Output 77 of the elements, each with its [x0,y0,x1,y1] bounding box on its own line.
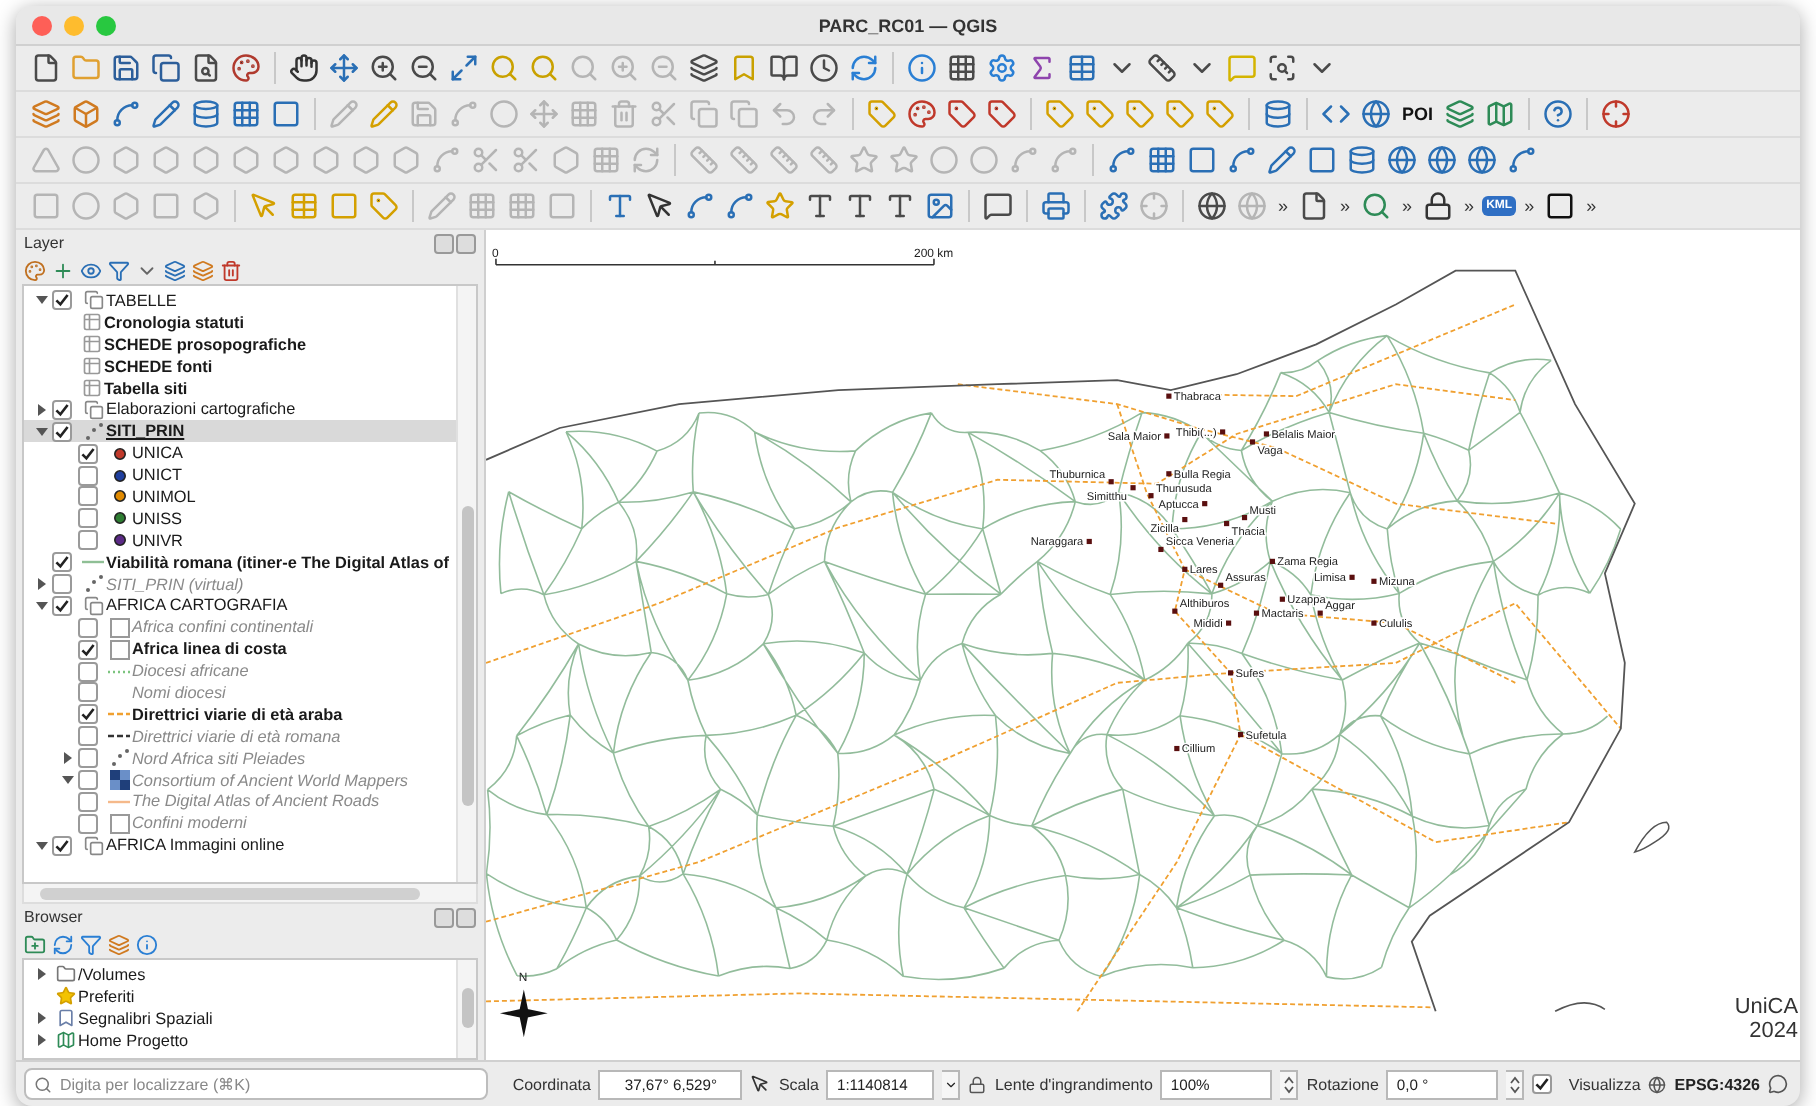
layer-row[interactable]: UNIVR [24,529,456,552]
layer-name: AFRICA Immagini online [106,836,285,855]
layer-row[interactable]: UNICT [24,464,456,487]
layer-row[interactable]: UNIMOL [24,486,456,508]
layer-row[interactable]: SITI_PRIN (virtual) [24,573,456,595]
layer-row[interactable]: Nord Africa siti Pleiades [24,747,456,770]
layer-row[interactable]: Viabilità romana (itiner-e The Digital Atlas of [24,551,456,574]
layer-name: Tabella siti [104,379,188,397]
layer-row[interactable]: Diocesi africane [24,660,456,683]
layer-row[interactable]: UNISS [24,507,456,530]
layer-name: SITI_PRIN [106,422,185,441]
layer-name: Africa linea di costa [132,640,287,659]
layer-name: The Digital Atlas of Ancient Roads [132,792,380,811]
locator-search-field[interactable]: Digita per localizzare (⌘K) [24,1068,488,1100]
browser-item-label: Preferiti [78,987,135,1006]
layer-name: SITI_PRIN (virtual) [106,575,244,594]
layer-row[interactable]: Consortium of Ancient World Mappers [24,769,456,791]
layer-row[interactable]: Cronologia statuti [24,311,456,334]
layer-row[interactable]: Direttrici viarie di età araba [24,703,456,726]
layer-name: UNICA [132,444,183,463]
more-tools-button[interactable]: » [1582,196,1601,216]
layer-row[interactable]: AFRICA Immagini online [24,834,456,857]
layer-row[interactable]: Nomi diocesi [24,682,456,704]
layer-name: SCHEDE fonti [104,357,213,376]
layer-row[interactable]: SCHEDE prosopografiche [24,333,456,356]
coordinate-label: Coordinata [512,1075,591,1093]
layer-name: Direttrici viarie di età romana [132,727,341,746]
layer-name: UNIVR [132,531,183,550]
layer-name: Diocesi africane [132,662,249,681]
more-tools-button[interactable]: » [1520,196,1539,216]
magnifier-label: Lente d'ingrandimento [994,1075,1153,1093]
more-tools-button[interactable]: » [1274,196,1293,216]
layer-name: Confini moderni [132,814,247,833]
layer-row[interactable]: AFRICA CARTOGRAFIA [24,594,456,617]
browser-item-label: /Volumes [78,965,146,984]
window-title: PARC_RC01 — QGIS [818,15,998,35]
layer-name: TABELLE [106,291,177,310]
render-label: Visualizza [1568,1075,1641,1093]
layer-name: AFRICA CARTOGRAFIA [106,596,288,615]
crs-button[interactable]: EPSG:4326 [1674,1075,1760,1093]
layer-row[interactable]: Africa linea di costa [24,638,456,661]
layer-name: Cronologia statuti [104,313,245,332]
layer-name: Consortium of Ancient World Mappers [132,771,409,790]
layer-name: Nomi diocesi [132,683,226,702]
layer-name: SCHEDE prosopografiche [104,335,306,354]
browser-item[interactable]: /Volumes [24,964,456,986]
layer-name: UNISS [132,509,183,528]
rotation-label: Rotazione [1306,1075,1379,1093]
browser-item-label: Home Progetto [78,1031,189,1050]
browser-item[interactable]: Home Progetto [24,1029,456,1052]
layer-row[interactable]: Tabella siti [24,377,456,399]
layer-name: UNIMOL [132,487,196,506]
layer-name: Elaborazioni cartografiche [106,400,296,419]
more-tools-button[interactable]: » [1398,196,1417,216]
browser-item[interactable]: Segnalibri Spaziali [24,1007,456,1030]
layer-row[interactable]: SITI_PRIN [24,420,456,443]
layer-row[interactable]: Africa confini continentali [24,616,456,639]
browser-item-label: Segnalibri Spaziali [78,1009,213,1028]
panel-title: Layer [24,234,65,252]
more-tools-button[interactable]: » [1460,196,1479,216]
poi-button[interactable]: POI [1398,104,1438,124]
layer-row[interactable]: Direttrici viarie di età romana [24,725,456,748]
more-tools-button[interactable]: » [1336,196,1355,216]
layer-row[interactable]: The Digital Atlas of Ancient Roads [24,790,456,813]
layer-name: UNICT [132,466,183,485]
layer-row[interactable]: SCHEDE fonti [24,355,456,378]
layer-row[interactable]: TABELLE [24,290,456,312]
layer-name: Direttrici viarie di età araba [132,705,343,724]
layer-name: Africa confini continentali [132,618,314,637]
scale-label: Scala [778,1075,819,1093]
browser-item[interactable]: Preferiti [24,985,456,1008]
map-credit: 2024 [1749,1019,1798,1044]
layer-name: Nord Africa siti Pleiades [132,749,306,768]
layer-name: Viabilità romana (itiner-e The Digital Atlas of [106,553,450,572]
panel-title: Browser [24,908,83,926]
layer-row[interactable]: UNICA [24,442,456,465]
map-credit: UniCA [1734,995,1798,1020]
